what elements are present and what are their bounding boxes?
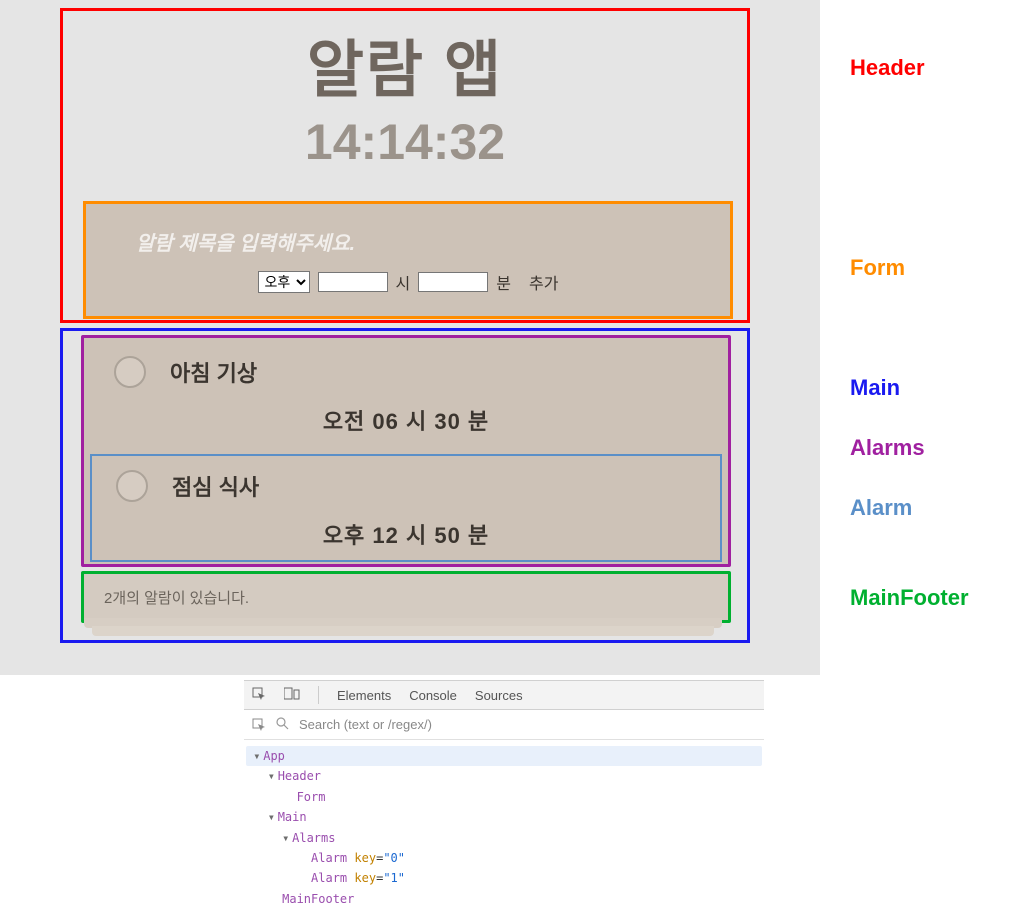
minute-label: 분 [496, 270, 511, 294]
inspect-cursor-icon[interactable] [252, 718, 266, 732]
devtools-search-row: Search (text or /regex/) [244, 710, 764, 740]
alarm-toggle[interactable] [116, 470, 148, 502]
tree-node-alarm[interactable]: Alarm key="0" [246, 848, 762, 868]
tab-sources[interactable]: Sources [475, 688, 523, 703]
header-section: 알람 앱 14:14:32 알람 제목을 입력해주세요. 오후 시 분 추가 [60, 8, 750, 323]
ampm-select[interactable]: 오후 [258, 271, 310, 293]
alarm-time: 오후 12 시 50 분 [112, 518, 700, 550]
search-input[interactable]: Search (text or /regex/) [299, 717, 432, 732]
inspect-icon[interactable] [252, 687, 266, 704]
main-section: 아침 기상 오전 06 시 30 분 점심 식사 오후 12 시 50 분 2개… [60, 328, 750, 643]
toolbar-divider [318, 686, 319, 704]
tree-node-mainfooter[interactable]: MainFooter [246, 889, 762, 909]
tree-node-alarm[interactable]: Alarm key="1" [246, 868, 762, 888]
label-form: Form [850, 255, 905, 281]
alarm-time: 오전 06 시 30 분 [110, 404, 702, 436]
label-alarm: Alarm [850, 495, 912, 521]
hour-label: 시 [396, 270, 411, 294]
hour-input[interactable] [318, 272, 388, 292]
current-time: 14:14:32 [63, 113, 747, 171]
tree-node-alarms[interactable]: ▾Alarms [246, 828, 762, 848]
tab-elements[interactable]: Elements [337, 688, 391, 703]
alarm-form: 알람 제목을 입력해주세요. 오후 시 분 추가 [83, 201, 733, 319]
device-icon[interactable] [284, 687, 300, 704]
main-footer: 2개의 알람이 있습니다. [81, 571, 731, 623]
card-stack-shadow [92, 626, 714, 636]
devtools-toolbar: Elements Console Sources [244, 680, 764, 710]
tree-node-form[interactable]: Form [246, 787, 762, 807]
alarm-item: 아침 기상 오전 06 시 30 분 [90, 342, 722, 450]
alarms-list: 아침 기상 오전 06 시 30 분 점심 식사 오후 12 시 50 분 [81, 335, 731, 567]
tab-console[interactable]: Console [409, 688, 457, 703]
alarm-title: 아침 기상 [170, 356, 257, 388]
add-button[interactable]: 추가 [529, 270, 558, 294]
alarm-toggle[interactable] [114, 356, 146, 388]
app-region: 알람 앱 14:14:32 알람 제목을 입력해주세요. 오후 시 분 추가 아… [0, 0, 820, 675]
label-alarms: Alarms [850, 435, 925, 461]
tree-node-main[interactable]: ▾Main [246, 807, 762, 827]
label-main: Main [850, 375, 900, 401]
tree-node-app[interactable]: ▾App [246, 746, 762, 766]
search-icon [276, 717, 289, 733]
footer-text: 2개의 알람이 있습니다. [104, 587, 249, 608]
alarm-item: 점심 식사 오후 12 시 50 분 [90, 454, 722, 562]
page-title: 알람 앱 [63, 19, 747, 109]
label-header: Header [850, 55, 925, 81]
alarm-title: 점심 식사 [172, 470, 259, 502]
devtools-panel: Elements Console Sources Search (text or… [244, 680, 764, 919]
form-row: 오후 시 분 추가 [86, 270, 730, 294]
component-tree: ▾App ▾Header Form ▾Main ▾Alarms Alarm ke… [244, 740, 764, 919]
minute-input[interactable] [418, 272, 488, 292]
label-mainfooter: MainFooter [850, 585, 969, 611]
tree-node-header[interactable]: ▾Header [246, 766, 762, 786]
title-input-placeholder[interactable]: 알람 제목을 입력해주세요. [136, 227, 730, 256]
